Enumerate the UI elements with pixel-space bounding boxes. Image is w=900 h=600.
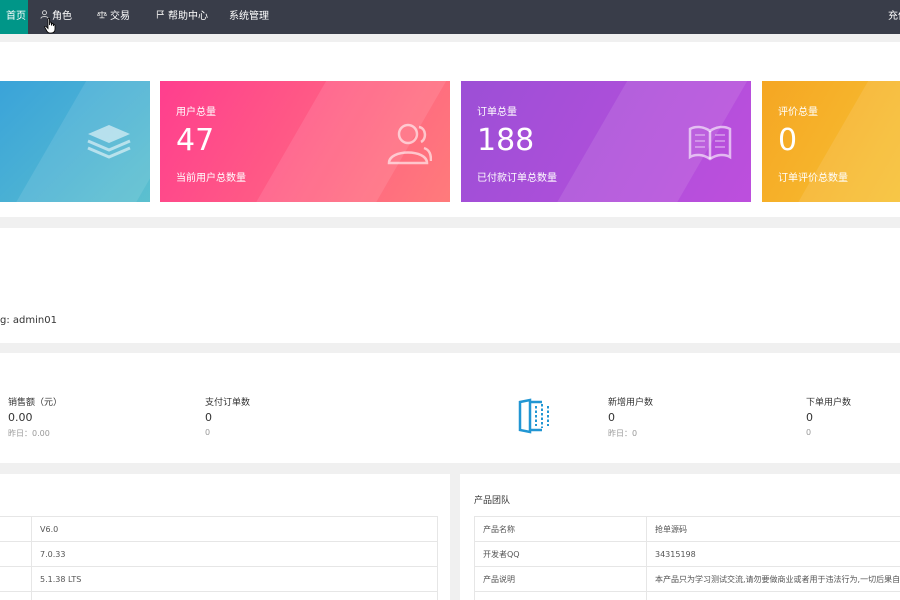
nav-help-label: 帮助中心 (168, 11, 208, 22)
card-title: 评价总量 (778, 107, 818, 118)
welcome-panel (0, 228, 900, 343)
nav-home-label: 首页 (6, 11, 26, 22)
stat-value: 0 (608, 411, 615, 424)
nav-right-label: 充值 (888, 11, 900, 22)
card-desc: 订单评价总数量 (778, 173, 848, 184)
nav-trade-label: 交易 (110, 11, 130, 22)
stat-value: 0.00 (8, 411, 33, 424)
flag-icon (156, 0, 165, 34)
nav-system-label: 系统管理 (229, 11, 269, 22)
stat-new-users: 新增用户数 0 昨日：0 (608, 395, 653, 439)
scale-icon (96, 0, 108, 34)
table-row: 开发者QQ 34315198 (474, 541, 900, 567)
stat-sub: 0 (806, 428, 812, 437)
table-cell: 本产品只为学习测试交流,请勿要做商业或者用于违法行为,一切后果自负 (646, 566, 900, 592)
table-cell: 7.0.33 (31, 541, 438, 567)
table-row: 5.1.38 LTS (0, 566, 438, 592)
book-icon (688, 125, 732, 161)
layers-icon (87, 125, 131, 159)
nav-system[interactable]: 系统管理 (229, 0, 269, 34)
top-nav: 首页 角色 交易 帮助中心 系统管理 充值 (0, 0, 900, 34)
card-value: 47 (176, 123, 215, 158)
stat-sub: 昨日：0.00 (8, 429, 50, 438)
card-title: 用户总量 (176, 107, 216, 118)
nav-right-item[interactable]: 充值 (888, 0, 900, 34)
card-title: 订单总量 (477, 107, 517, 118)
users-icon (387, 123, 432, 165)
table-key: 产品说明 (474, 566, 647, 592)
table-row: V6.0 (0, 516, 438, 542)
nav-help[interactable]: 帮助中心 (156, 0, 208, 34)
table-key: 开发者QQ (474, 541, 647, 567)
stat-card-reviews: 评价总量 0 订单评价总数量 (762, 81, 900, 202)
nav-trade[interactable]: 交易 (96, 0, 130, 34)
stats-panel (0, 353, 900, 463)
stat-label: 新增用户数 (608, 398, 654, 408)
table-key: 产品名称 (474, 516, 647, 542)
table-row: 产品说明 本产品只为学习测试交流,请勿要做商业或者用于违法行为,一切后果自负 (474, 566, 900, 592)
stat-label: 支付订单数 (205, 398, 251, 408)
table-row: 7.0.33 (0, 541, 438, 567)
table-row: 产品名称 抢单源码 (474, 516, 900, 542)
hand-cursor-icon (44, 18, 56, 34)
stat-ordering-users: 下单用户数 0 0 (806, 395, 851, 437)
stat-card-orders: 订单总量 188 已付款订单总数量 (461, 81, 751, 202)
table-cell: 抢单源码 (646, 516, 900, 542)
table-row (0, 591, 438, 600)
product-team-table: 产品名称 抢单源码 开发者QQ 34315198 产品说明 本产品只为学习测试交流,请… (474, 516, 900, 600)
stat-paid-orders: 支付订单数 0 0 (205, 395, 250, 437)
stat-card-blue (0, 81, 150, 202)
door-icon (518, 398, 549, 434)
card-value: 188 (477, 123, 535, 158)
card-desc: 当前用户总数量 (176, 173, 246, 184)
card-desc: 已付款订单总数量 (477, 173, 557, 184)
stat-sub: 昨日：0 (608, 429, 638, 438)
section-title: 产品团队 (474, 496, 511, 506)
stat-card-users: 用户总量 47 当前用户总数量 (160, 81, 450, 202)
nav-home[interactable]: 首页 (0, 0, 28, 34)
stat-value: 0 (806, 411, 813, 424)
table-cell: 34315198 (646, 541, 900, 567)
system-info-table: V6.0 7.0.33 5.1.38 LTS (0, 516, 438, 600)
table-cell: 5.1.38 LTS (31, 566, 438, 592)
stat-label: 下单用户数 (806, 398, 852, 408)
stat-label: 销售额（元） (8, 398, 63, 408)
stat-value: 0 (205, 411, 212, 424)
table-cell: V6.0 (31, 516, 438, 542)
stat-sales: 销售额（元） 0.00 昨日：0.00 (8, 395, 62, 439)
stat-sub: 0 (205, 428, 211, 437)
card-value: 0 (778, 123, 798, 158)
table-row (474, 591, 900, 600)
login-info: g: admin01 (0, 315, 57, 326)
